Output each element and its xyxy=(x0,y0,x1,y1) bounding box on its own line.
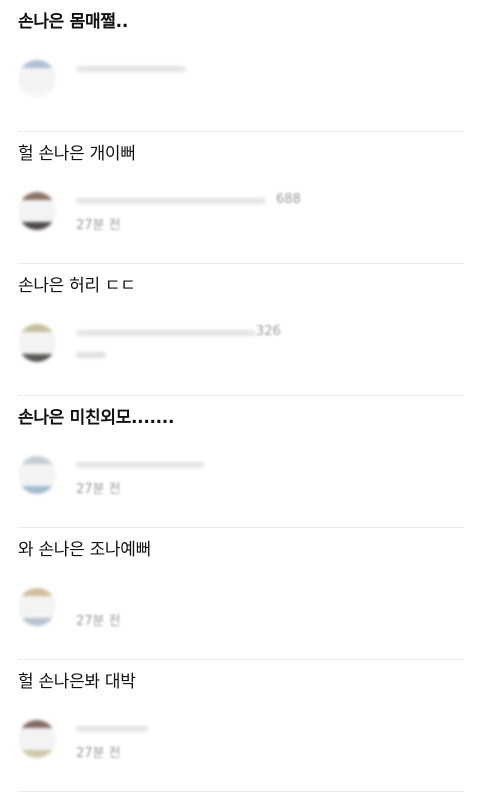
post-item[interactable]: 와 손나은 조나예뻐 27분 전 xyxy=(18,528,464,660)
avatar[interactable] xyxy=(18,588,56,626)
post-title[interactable]: 손나은 허리 ㄷㄷ xyxy=(18,273,136,299)
avatar[interactable] xyxy=(18,720,56,758)
post-title[interactable]: 손나은 몸매쩔.. xyxy=(18,9,128,35)
post-time: 27분 전 xyxy=(76,614,121,629)
post-title[interactable]: 헐 손나은봐 대박 xyxy=(18,669,136,695)
post-time: 27분 전 xyxy=(76,482,121,497)
post-item[interactable]: 헐 손나은봐 대박 27분 전 xyxy=(18,660,464,792)
post-time-redacted xyxy=(76,352,106,358)
author-name-redacted xyxy=(76,198,266,204)
author-count: 688 xyxy=(276,192,301,207)
post-feed: 손나은 몸매쩔.. 헐 손나은 개이뻐 688 27분 전 손나은 허리 ㄷㄷ 326 손나… xyxy=(0,0,480,792)
post-meta: 27분 전 xyxy=(18,442,458,508)
post-item[interactable]: 손나은 미친외모....... 27분 전 xyxy=(18,396,464,528)
author-name-redacted xyxy=(76,726,148,732)
post-time: 27분 전 xyxy=(76,218,121,233)
post-item[interactable]: 손나은 허리 ㄷㄷ 326 xyxy=(18,264,464,396)
author-count: 326 xyxy=(256,324,281,339)
post-meta xyxy=(18,46,458,112)
post-meta: 326 xyxy=(18,310,458,376)
author-name-redacted xyxy=(76,330,256,336)
post-title[interactable]: 와 손나은 조나예뻐 xyxy=(18,537,151,563)
author-name-redacted xyxy=(76,462,204,468)
post-title[interactable]: 헐 손나은 개이뻐 xyxy=(18,141,136,167)
post-meta: 27분 전 xyxy=(18,706,458,772)
author-name-redacted xyxy=(76,66,186,72)
post-item[interactable]: 헐 손나은 개이뻐 688 27분 전 xyxy=(18,132,464,264)
post-meta: 27분 전 xyxy=(18,574,458,640)
avatar[interactable] xyxy=(18,324,56,362)
post-title[interactable]: 손나은 미친외모....... xyxy=(18,405,174,431)
avatar[interactable] xyxy=(18,60,56,98)
post-meta: 688 27분 전 xyxy=(18,178,458,244)
avatar[interactable] xyxy=(18,456,56,494)
post-item[interactable]: 손나은 몸매쩔.. xyxy=(18,0,464,132)
post-time: 27분 전 xyxy=(76,746,121,761)
avatar[interactable] xyxy=(18,192,56,230)
